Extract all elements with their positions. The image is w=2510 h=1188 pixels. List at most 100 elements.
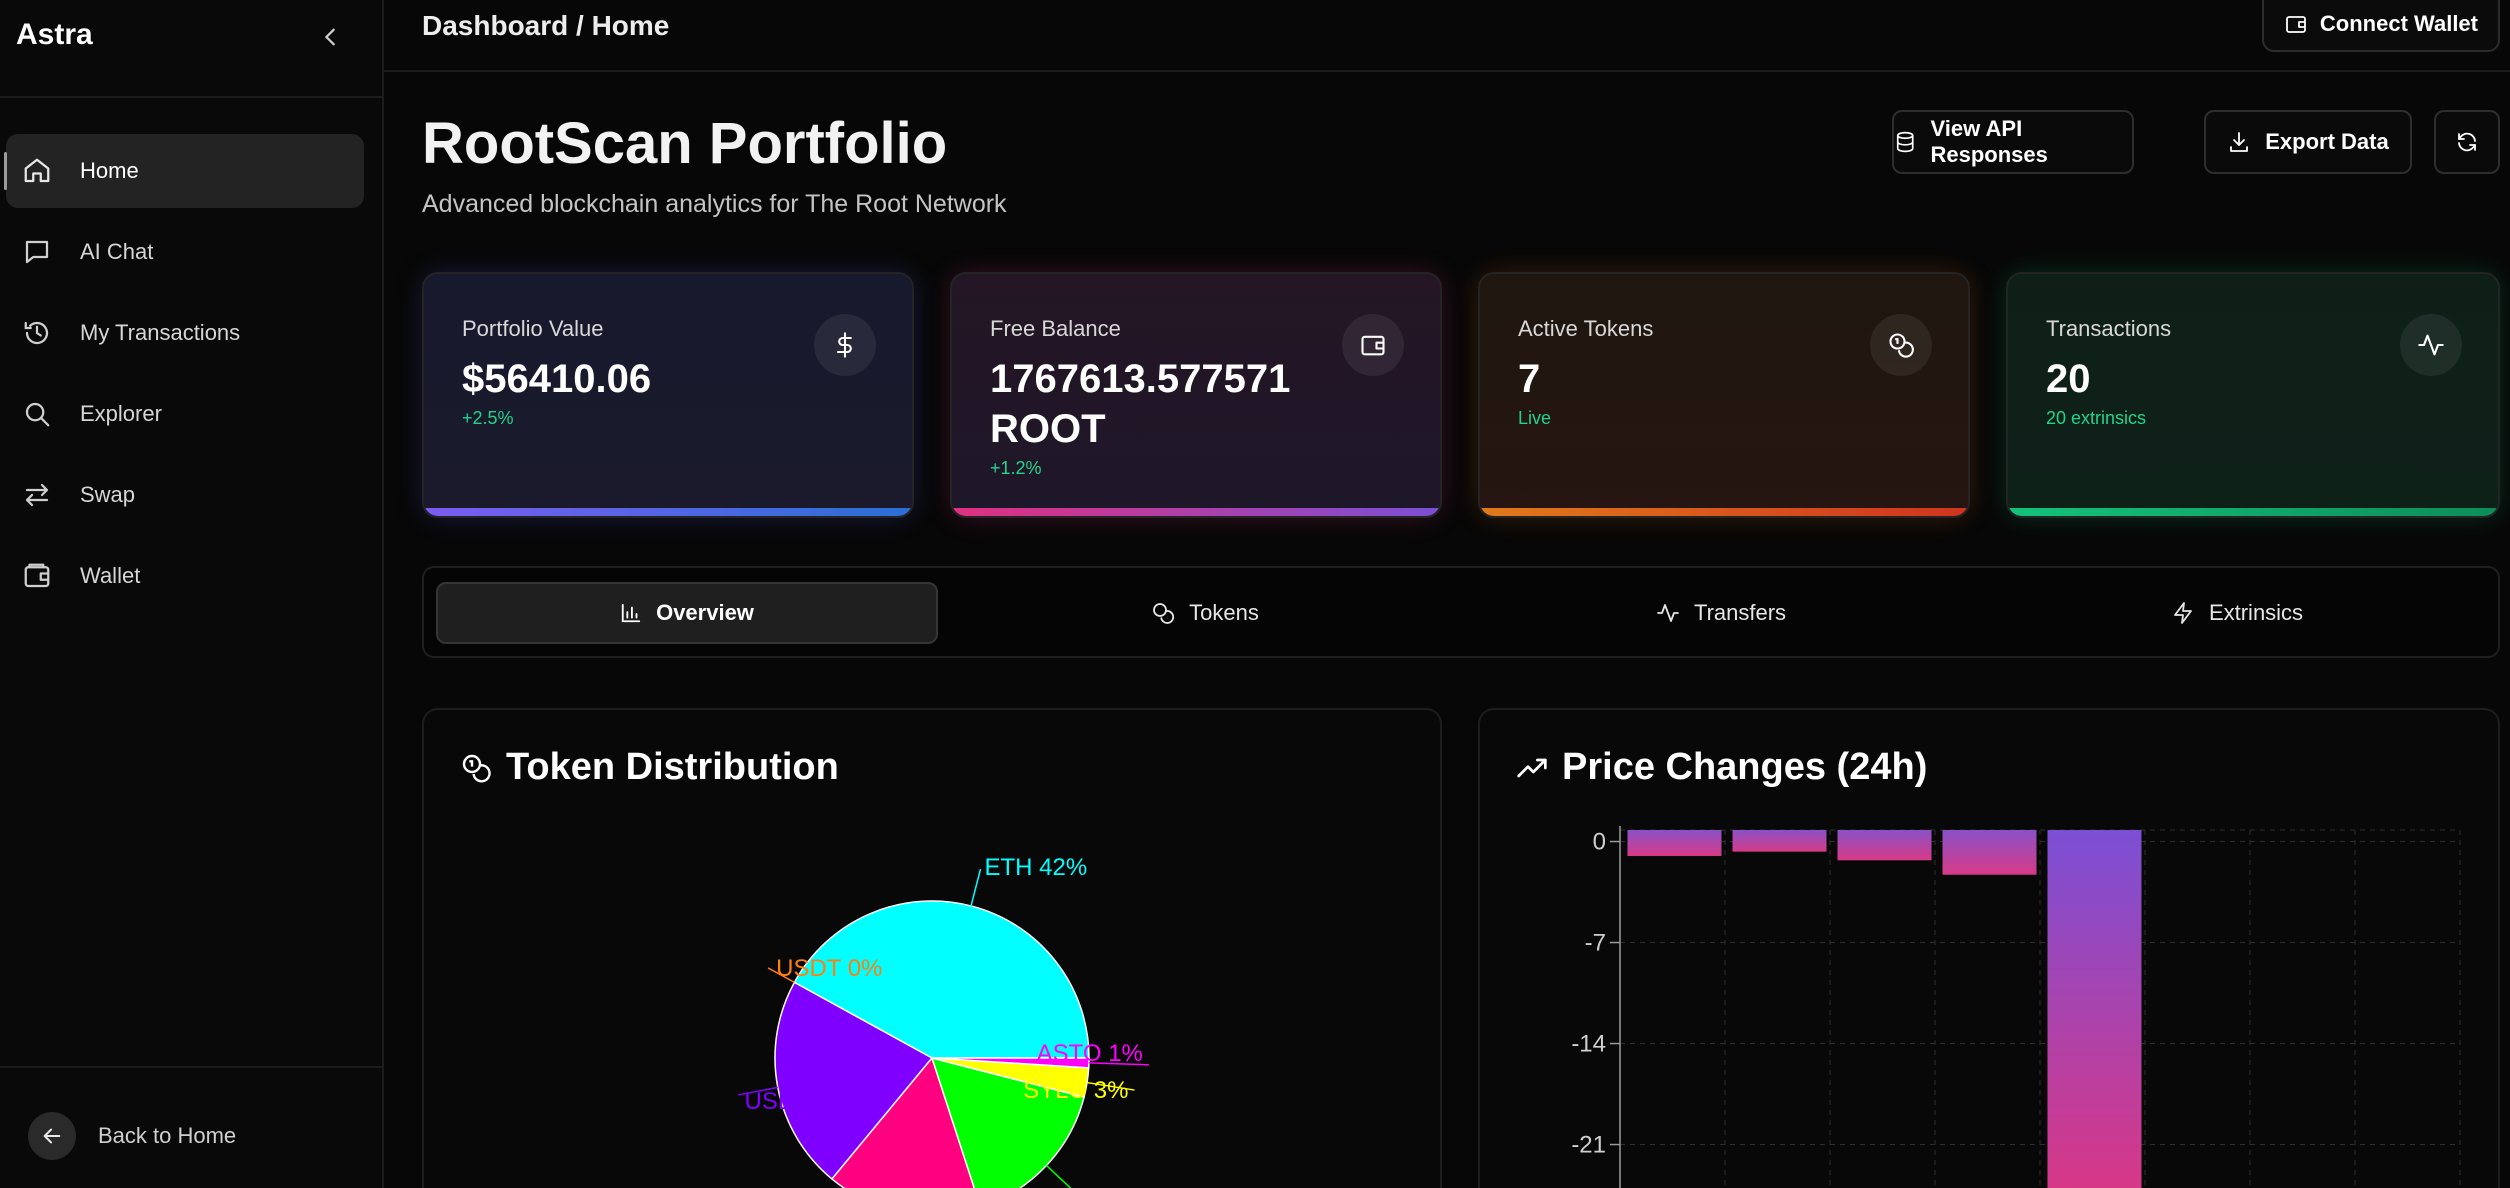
- panel-title-text: Price Changes (24h): [1562, 746, 1928, 788]
- view-api-responses-button[interactable]: View API Responses: [1892, 110, 2134, 174]
- chat-icon: [22, 237, 66, 267]
- download-icon: [2230, 132, 2249, 152]
- stat-label: Transactions: [2046, 316, 2172, 341]
- sidebar-item-label: Explorer: [80, 401, 162, 426]
- sidebar-item-label: Wallet: [80, 563, 141, 588]
- token-distribution-panel: Token Distribution ETH 42% USDT 0% USDC 22…: [422, 708, 1442, 1188]
- stat-card-free-balance: Free Balance 1767613.577571 ROOT +1.2%: [950, 272, 1442, 518]
- view-api-label: View API Responses: [1930, 116, 2048, 167]
- bar: [1837, 830, 1932, 861]
- page-subtitle: Advanced blockchain analytics for The Ro…: [422, 190, 1007, 218]
- collapse-sidebar-button[interactable]: [314, 20, 348, 54]
- export-data-label: Export Data: [2265, 129, 2389, 154]
- brand-logo: Astra: [16, 18, 93, 51]
- coins-icon: [1153, 603, 1175, 624]
- pie-slice-label: ETH 42%: [984, 854, 1087, 881]
- stat-value: $56410.06: [462, 357, 652, 401]
- card-accent-bar: [424, 508, 912, 516]
- tab-extrinsics[interactable]: Extrinsics: [1986, 582, 2488, 644]
- pie-slice-label: USDT 0%: [776, 955, 882, 982]
- export-data-button[interactable]: Export Data: [2204, 110, 2412, 174]
- y-axis: 0 -7 -14 -21: [1571, 826, 1621, 1188]
- breadcrumb: Dashboard / Home: [422, 10, 670, 41]
- stat-change: Live: [1518, 408, 1552, 428]
- stat-card-active-tokens: Active Tokens 7 Live: [1478, 272, 1970, 518]
- sidebar-item-my-transactions[interactable]: My Transactions: [6, 296, 364, 370]
- divider: [0, 96, 384, 98]
- tab-overview[interactable]: Overview: [436, 582, 938, 644]
- chevron-left-icon: [324, 28, 335, 46]
- page-title: RootScan Portfolio: [422, 111, 948, 176]
- y-tick-label: -21: [1571, 1132, 1606, 1159]
- pie-leader-line: [1045, 1164, 1072, 1188]
- panel-title: Token Distribution: [460, 746, 839, 789]
- search-icon: [22, 399, 66, 429]
- bar: [1732, 830, 1827, 852]
- divider: [0, 1066, 384, 1068]
- connect-wallet-button[interactable]: Connect Wallet: [2261, 0, 2500, 52]
- bar: [2047, 830, 2142, 1188]
- sidebar-nav: Home AI Chat My Transactions Explorer Sw…: [4, 134, 364, 620]
- back-to-home-button[interactable]: Back to Home: [28, 1112, 236, 1160]
- top-bar: Dashboard / Home Connect Wallet: [384, 0, 2510, 72]
- bar: [1942, 830, 2037, 875]
- tab-label: Tokens: [1189, 600, 1259, 625]
- trending-up-icon: [1517, 758, 1547, 777]
- panel-title-text: Token Distribution: [506, 746, 839, 788]
- y-tick-label: -14: [1571, 1031, 1606, 1058]
- stat-value: 20: [2046, 357, 2091, 401]
- sidebar-item-label: My Transactions: [80, 320, 241, 345]
- sidebar-item-wallet[interactable]: Wallet: [6, 539, 364, 613]
- tab-label: Extrinsics: [2208, 600, 2304, 625]
- tab-label: Overview: [656, 600, 754, 625]
- arrow-left-icon: [28, 1112, 76, 1160]
- stat-label: Free Balance: [990, 316, 1121, 341]
- stat-value: 7: [1518, 357, 1541, 401]
- wallet-icon: [1342, 314, 1404, 376]
- bar-chart-icon: [621, 603, 641, 623]
- sidebar-item-label: Swap: [80, 482, 136, 507]
- chart-grid: [1619, 829, 2461, 1188]
- tab-tokens[interactable]: Tokens: [954, 582, 1456, 644]
- stat-card-portfolio-value: Portfolio Value $56410.06 +2.5%: [422, 272, 914, 518]
- panel-title: Price Changes (24h): [1516, 746, 1927, 789]
- zap-icon: [2174, 602, 2192, 624]
- pie-slice-label: ASTO 1%: [1037, 1040, 1143, 1067]
- sidebar-item-home[interactable]: Home: [4, 134, 364, 208]
- swap-icon: [22, 480, 66, 510]
- activity-icon: [2400, 314, 2462, 376]
- sidebar-item-label: Home: [80, 158, 139, 183]
- y-tick-label: -7: [1585, 930, 1606, 957]
- stat-card-transactions: Transactions 20 20 extrinsics: [2006, 272, 2500, 518]
- stat-value: 1767613.577571 ROOT: [990, 357, 1291, 451]
- stat-label: Active Tokens: [1518, 316, 1654, 341]
- pie-slice-label: SYLO 3%: [1023, 1077, 1128, 1104]
- sidebar-item-explorer[interactable]: Explorer: [6, 377, 364, 451]
- price-changes-panel: Price Changes (24h) 0 -7 -14 -21: [1478, 708, 2500, 1188]
- bars: [1627, 830, 2142, 1188]
- bar: [1627, 830, 1722, 856]
- connect-wallet-label: Connect Wallet: [2319, 11, 2478, 36]
- coins-icon: [462, 754, 491, 782]
- sidebar-item-swap[interactable]: Swap: [6, 458, 364, 532]
- wallet-icon: [22, 561, 66, 591]
- stat-change: 20 extrinsics: [2046, 408, 2147, 428]
- y-tick-label: 0: [1593, 829, 1606, 856]
- history-icon: [22, 318, 66, 348]
- home-icon: [22, 156, 66, 186]
- back-to-home-label: Back to Home: [98, 1123, 237, 1148]
- coins-icon: [1870, 314, 1932, 376]
- refresh-icon: [2458, 132, 2476, 152]
- sidebar-item-ai-chat[interactable]: AI Chat: [6, 215, 364, 289]
- pie-leader-line: [970, 868, 982, 907]
- tab-bar: Overview Tokens Transfers Extrinsics: [422, 566, 2500, 658]
- stat-label: Portfolio Value: [462, 316, 604, 341]
- card-accent-bar: [1480, 508, 1968, 516]
- refresh-button[interactable]: [2434, 110, 2500, 174]
- card-accent-bar: [952, 508, 1440, 516]
- sidebar-item-label: AI Chat: [80, 239, 154, 264]
- tab-transfers[interactable]: Transfers: [1470, 582, 1972, 644]
- wallet-icon: [2286, 16, 2306, 33]
- stat-change: +1.2%: [990, 458, 1042, 478]
- pie-slice-label: USDC 22%: [744, 1088, 867, 1115]
